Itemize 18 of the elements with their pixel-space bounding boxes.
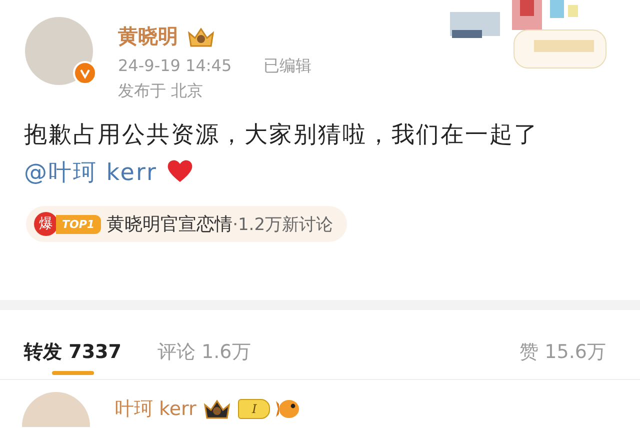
rank-badge: TOP1 [56,214,101,234]
commenter-name[interactable]: 叶珂 kerr [115,396,196,422]
topic-meta: ·1.2万新讨论 [232,214,334,236]
post-time: 24-9-19 14:45 [118,56,232,77]
hot-topic-pill[interactable]: 爆 TOP1 黄晓明官宣恋情·1.2万新讨论 [26,206,348,242]
post-text: 抱歉占用公共资源，大家别猜啦，我们在一起了 @叶珂 kerr [24,121,540,188]
author-name[interactable]: 黄晓明 [118,23,178,50]
level-badge: I [238,399,270,419]
hot-badge: 爆 [34,212,58,236]
mention-link[interactable]: @叶珂 kerr [24,160,158,186]
tab[interactable]: 评论 1.6万 [158,339,251,379]
crown-icon [202,397,232,421]
topic-title: 黄晓明官宣恋情 [106,213,233,236]
tab[interactable]: 赞 15.6万 [520,339,606,379]
heart-icon [166,158,194,184]
tab[interactable]: 转发 7337 [24,339,122,379]
post-location: 发布于 北京 [118,81,204,102]
edited-label: 已编辑 [264,56,312,77]
